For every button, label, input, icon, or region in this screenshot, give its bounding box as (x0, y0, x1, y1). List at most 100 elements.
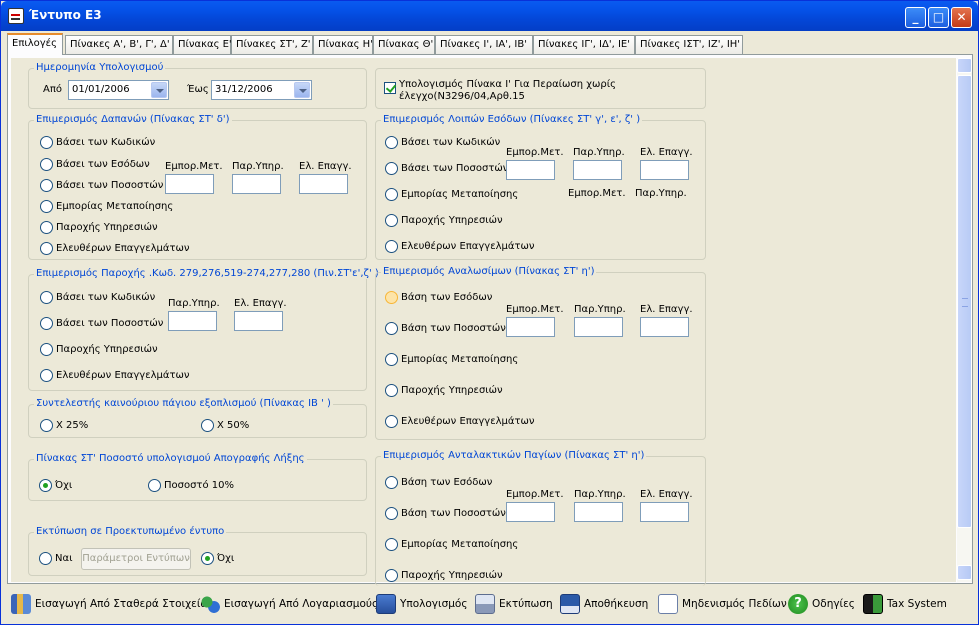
clear-fields-button[interactable]: Μηδενισμός Πεδίων (658, 593, 787, 617)
spare-parts-trade-input[interactable] (506, 502, 555, 522)
from-date-combo[interactable]: 01/01/2006 (68, 80, 169, 100)
help-label: Οδηγίες (812, 598, 855, 610)
expenses-trade-input[interactable] (165, 174, 214, 194)
other-income-col2-services: Παρ.Υπηρ. (635, 188, 687, 199)
expenses-radio-income[interactable]: Βάσει των Εσόδων (40, 158, 150, 172)
tax-system-logo-icon (863, 594, 883, 614)
expenses-radio-percent[interactable]: Βάσει των Ποσοστών (40, 179, 163, 193)
spare-parts-radio-percent[interactable]: Βάση των Ποσοστών (385, 507, 506, 521)
spare-parts-col-freelance: Ελ. Επαγγ. (640, 489, 693, 500)
services-freelance-input[interactable] (234, 311, 283, 331)
consumables-radio-trade[interactable]: Εμπορίας Μεταποίησης (385, 353, 518, 367)
spare-parts-radio-trade[interactable]: Εμπορίας Μεταποίησης (385, 538, 518, 552)
other-income-radio-codes[interactable]: Βάσει των Κωδικών (385, 136, 500, 150)
consumables-radio-income[interactable]: Βάση των Εσόδων (385, 291, 492, 305)
spare-parts-radio-services[interactable]: Παροχής Υπηρεσιών (385, 569, 503, 583)
minimize-button[interactable]: _ (905, 7, 926, 28)
other-income-radio-freelance[interactable]: Ελευθέρων Επαγγελμάτων (385, 240, 534, 254)
close-button[interactable]: ✕ (951, 7, 972, 28)
expenses-radio-codes[interactable]: Βάσει των Κωδικών (40, 136, 155, 150)
tab-tables-a-d[interactable]: Πίνακες Α', Β', Γ', Δ' (65, 35, 173, 54)
consumables-radio-percent[interactable]: Βάση των Ποσοστών (385, 322, 506, 336)
periaosi-checkbox[interactable] (384, 82, 396, 94)
other-income-col-trade: Εμπορ.Μετ. (506, 147, 564, 158)
expenses-radio-services[interactable]: Παροχής Υπηρεσιών (40, 221, 158, 235)
other-income-services-input[interactable] (573, 160, 622, 180)
expenses-col-trade: Εμπορ.Μετ. (165, 161, 223, 172)
chevron-down-icon[interactable] (294, 82, 310, 98)
help-icon: ? (788, 594, 808, 614)
consumables-trade-input[interactable] (506, 317, 555, 337)
expenses-radio-trade[interactable]: Εμπορίας Μεταποίησης (40, 200, 173, 214)
expenses-services-input[interactable] (232, 174, 281, 194)
other-income-radio-services[interactable]: Παροχής Υπηρεσιών (385, 214, 503, 228)
coef-radio-25[interactable]: Χ 25% (40, 419, 88, 433)
tab-tables-st-z[interactable]: Πίνακες ΣΤ', Ζ' (231, 35, 313, 54)
services-services-input[interactable] (168, 311, 217, 331)
maximize-button[interactable]: □ (928, 7, 949, 28)
tab-table-th[interactable]: Πίνακας Θ' (373, 35, 435, 54)
vertical-scrollbar[interactable] (957, 58, 972, 582)
scroll-down-button[interactable] (957, 565, 972, 580)
periaosi-group: Υπολογισμός Πίνακα Ι' Για Περαίωση χωρίς… (375, 68, 706, 109)
form-icon (8, 8, 24, 24)
spare-parts-radio-income[interactable]: Βάση των Εσόδων (385, 476, 492, 490)
tab-table-e[interactable]: Πίνακας Ε' (173, 35, 232, 54)
other-income-trade-input[interactable] (506, 160, 555, 180)
other-income-group: Επιμερισμός Λοιπών Εσόδων (Πίνακες ΣΤ' γ… (375, 114, 706, 260)
print-radio-no[interactable]: Όχι (201, 552, 234, 566)
printer-icon (475, 594, 495, 614)
coef-group: Συντελεστής καινούριου πάγιου εξοπλισμού… (28, 398, 367, 438)
consumables-services-input[interactable] (574, 317, 623, 337)
consumables-radio-services[interactable]: Παροχής Υπηρεσιών (385, 384, 503, 398)
import-fixed-data-button[interactable]: Εισαγωγή Από Σταθερά Στοιχεία (11, 593, 207, 617)
other-income-freelance-input[interactable] (640, 160, 689, 180)
consumables-group-title: Επιμερισμός Αναλωσίμων (Πίνακας ΣΤ' η') (381, 266, 597, 277)
services-col-services: Παρ.Υπηρ. (168, 298, 220, 309)
tax-system-button[interactable]: Tax System (863, 593, 947, 617)
print-radio-yes[interactable]: Ναι (39, 552, 72, 566)
expenses-freelance-input[interactable] (299, 174, 348, 194)
tab-options[interactable]: Επιλογές (7, 33, 63, 55)
tab-tables-ig-ie[interactable]: Πίνακες ΙΓ', ΙΔ', ΙΕ' (533, 35, 635, 54)
consumables-radio-freelance[interactable]: Ελευθέρων Επαγγελμάτων (385, 415, 534, 429)
expenses-radio-freelance[interactable]: Ελευθέρων Επαγγελμάτων (40, 242, 189, 256)
tab-table-h[interactable]: Πίνακας Η' (313, 35, 373, 54)
from-date-value: 01/01/2006 (72, 84, 130, 95)
other-income-radio-percent[interactable]: Βάσει των Ποσοστών (385, 162, 508, 176)
services-radio-codes[interactable]: Βάσει των Κωδικών (40, 291, 155, 305)
tab-tables-ist-ih[interactable]: Πίνακες ΙΣΤ', ΙΖ', ΙΗ' (635, 35, 743, 54)
chevron-down-icon[interactable] (151, 82, 167, 98)
print-button[interactable]: Εκτύπωση (475, 593, 553, 617)
services-radio-freelance[interactable]: Ελευθέρων Επαγγελμάτων (40, 369, 189, 383)
inventory-radio-no[interactable]: Όχι (39, 479, 72, 493)
tab-panel: Ημερομηνία Υπολογισμού Από 01/01/2006 Έω… (7, 54, 973, 586)
other-income-radio-trade[interactable]: Εμπορίας Μεταποίησης (385, 188, 518, 202)
tab-tables-i-ib[interactable]: Πίνακες Ι', ΙΑ', ΙΒ' (435, 35, 533, 54)
other-income-col-services: Παρ.Υπηρ. (573, 147, 625, 158)
inventory-radio-10[interactable]: Ποσοστό 10% (148, 479, 234, 493)
other-income-group-title: Επιμερισμός Λοιπών Εσόδων (Πίνακες ΣΤ' γ… (381, 114, 643, 125)
services-radio-percent[interactable]: Βάσει των Ποσοστών (40, 317, 163, 331)
consumables-col-freelance: Ελ. Επαγγ. (640, 304, 693, 315)
clear-fields-label: Μηδενισμός Πεδίων (682, 598, 787, 610)
help-button[interactable]: ? Οδηγίες (788, 593, 855, 617)
print-group-title: Εκτύπωση σε Προεκτυπωμένο έντυπο (34, 526, 227, 537)
services-radio-services[interactable]: Παροχής Υπηρεσιών (40, 343, 158, 357)
import-accounts-label: Εισαγωγή Από Λογαριασμούς (224, 598, 379, 610)
spare-parts-services-input[interactable] (574, 502, 623, 522)
scroll-thumb[interactable] (957, 75, 972, 528)
consumables-freelance-input[interactable] (640, 317, 689, 337)
to-date-combo[interactable]: 31/12/2006 (211, 80, 312, 100)
spare-parts-freelance-input[interactable] (640, 502, 689, 522)
services-col-freelance: Ελ. Επαγγ. (234, 298, 287, 309)
scroll-up-button[interactable] (957, 58, 972, 73)
inventory-group-title: Πίνακας ΣΤ' Ποσοστό υπολογισμού Απογραφή… (34, 453, 307, 464)
print-params-button[interactable]: Παράμετροι Εντύπων (81, 548, 191, 570)
calculate-button[interactable]: Υπολογισμός (376, 593, 468, 617)
import-accounts-button[interactable]: Εισαγωγή Από Λογαριασμούς (200, 593, 378, 617)
spare-parts-group-title: Επιμερισμός Ανταλακτικών Παγίων (Πίνακας… (381, 450, 647, 461)
save-button[interactable]: Αποθήκευση (560, 593, 648, 617)
other-income-col2-trade: Εμπορ.Μετ. (568, 188, 626, 199)
coef-radio-50[interactable]: Χ 50% (201, 419, 249, 433)
